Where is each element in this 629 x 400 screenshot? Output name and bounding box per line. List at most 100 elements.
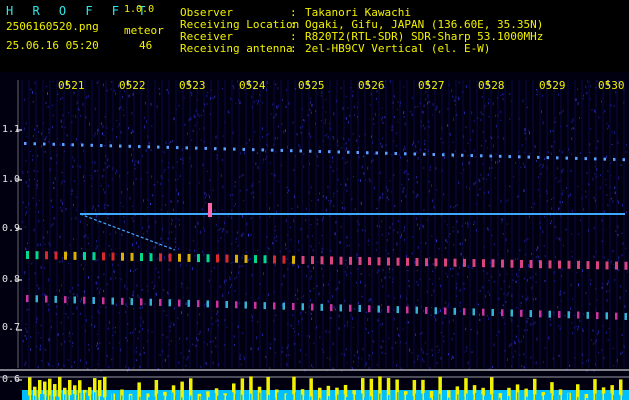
floor-spike bbox=[190, 395, 192, 400]
floor-spike bbox=[70, 395, 72, 400]
floor-spike bbox=[109, 395, 111, 400]
echo-dot bbox=[204, 146, 207, 150]
echo-dot bbox=[64, 296, 67, 304]
floor-spike bbox=[172, 392, 174, 400]
echo-dot bbox=[548, 260, 552, 269]
floor-spike bbox=[496, 393, 498, 400]
echo-dot bbox=[140, 298, 143, 306]
echo-dot bbox=[337, 150, 340, 154]
floor-spike bbox=[280, 392, 282, 400]
echo-dot bbox=[508, 155, 511, 159]
floor-spike bbox=[286, 394, 288, 400]
echo-dot bbox=[244, 254, 248, 263]
floor-spike bbox=[307, 393, 309, 400]
echo-dot bbox=[197, 254, 200, 263]
echo-dot bbox=[311, 256, 314, 265]
echo-dot bbox=[73, 251, 77, 260]
echo-dot bbox=[299, 149, 302, 153]
echo-dot bbox=[396, 306, 399, 314]
floor-spike bbox=[43, 394, 45, 400]
echo-dot bbox=[413, 152, 416, 156]
antenna-label: Receiving antenna bbox=[180, 42, 293, 55]
time-tick-label: 0525 bbox=[298, 79, 325, 92]
echo-dot bbox=[206, 254, 210, 263]
echo-dot bbox=[290, 149, 293, 153]
echo-dot bbox=[387, 257, 390, 266]
echo-dot bbox=[444, 258, 447, 267]
floor-spike bbox=[355, 394, 357, 400]
floor-spike bbox=[34, 395, 36, 400]
floor-spike bbox=[262, 392, 264, 400]
floor-spike bbox=[79, 392, 81, 400]
echo-dot bbox=[128, 144, 131, 148]
floor-spike bbox=[616, 393, 618, 400]
frequency-tick-label: 1.1 bbox=[2, 124, 21, 135]
echo-dot bbox=[24, 142, 27, 145]
floor-spike bbox=[379, 393, 381, 400]
echo-dot bbox=[206, 300, 209, 308]
echo-dot bbox=[130, 252, 134, 261]
echo-dot bbox=[320, 256, 324, 265]
floor-spike bbox=[457, 394, 459, 400]
echo-dot bbox=[442, 153, 445, 157]
floor-spike bbox=[220, 393, 222, 400]
echo-dot bbox=[558, 260, 561, 269]
floor-spike bbox=[265, 393, 267, 400]
timestamp: 25.06.16 05:20 bbox=[6, 39, 99, 52]
antenna-value: 2el-HB9CV Vertical (el. E-W) bbox=[305, 42, 491, 55]
echo-dot bbox=[472, 259, 476, 268]
echo-dot bbox=[463, 258, 466, 267]
floor-spike bbox=[256, 396, 258, 400]
echo-dot bbox=[35, 251, 39, 260]
echo-dot bbox=[62, 143, 65, 147]
echo-dot bbox=[622, 158, 625, 162]
echo-dot bbox=[102, 252, 105, 261]
floor-spike bbox=[595, 393, 597, 400]
echo-dot bbox=[605, 261, 609, 270]
echo-dot bbox=[26, 295, 29, 302]
echo-dot bbox=[292, 255, 295, 264]
floor-spike bbox=[145, 392, 147, 400]
echo-dot bbox=[138, 145, 141, 149]
floor-spike bbox=[184, 396, 186, 400]
floor-spike bbox=[424, 392, 426, 400]
floor-spike bbox=[406, 394, 408, 400]
echo-dot bbox=[301, 303, 304, 311]
floor-spike bbox=[481, 394, 483, 400]
echo-dot bbox=[480, 154, 483, 158]
floor-spike bbox=[61, 393, 63, 400]
time-tick-label: 0522 bbox=[119, 79, 146, 92]
echo-dot bbox=[330, 304, 333, 312]
floor-spike bbox=[529, 392, 531, 400]
echo-dot bbox=[501, 259, 504, 268]
separator: : bbox=[290, 42, 297, 55]
floor-spike bbox=[310, 396, 312, 400]
floor-spike bbox=[532, 393, 534, 400]
floor-spike bbox=[49, 395, 51, 400]
floor-spike bbox=[415, 393, 417, 400]
echo-dot bbox=[225, 300, 228, 308]
floor-spike bbox=[502, 395, 504, 400]
floor-spike bbox=[301, 394, 303, 400]
floor-spike bbox=[127, 395, 129, 400]
echo-dot bbox=[178, 299, 181, 307]
floor-spike bbox=[268, 395, 270, 400]
echo-dot bbox=[254, 301, 257, 309]
floor-spike bbox=[610, 393, 612, 400]
floor-spike bbox=[352, 394, 354, 400]
echo-dot bbox=[529, 310, 532, 318]
echo-dot bbox=[311, 303, 314, 311]
floor-spike bbox=[328, 396, 330, 400]
echo-dot bbox=[216, 300, 219, 308]
floor-spike bbox=[583, 393, 585, 400]
echo-dot bbox=[396, 257, 400, 266]
floor-spike bbox=[475, 392, 477, 400]
echo-dot bbox=[271, 148, 274, 152]
echo-dot bbox=[596, 312, 599, 320]
echo-dot bbox=[147, 145, 150, 149]
floor-spike bbox=[283, 392, 285, 400]
echo-dot bbox=[64, 251, 67, 260]
floor-spike bbox=[154, 396, 156, 400]
echo-dot bbox=[54, 295, 57, 303]
floor-spike bbox=[466, 393, 468, 400]
